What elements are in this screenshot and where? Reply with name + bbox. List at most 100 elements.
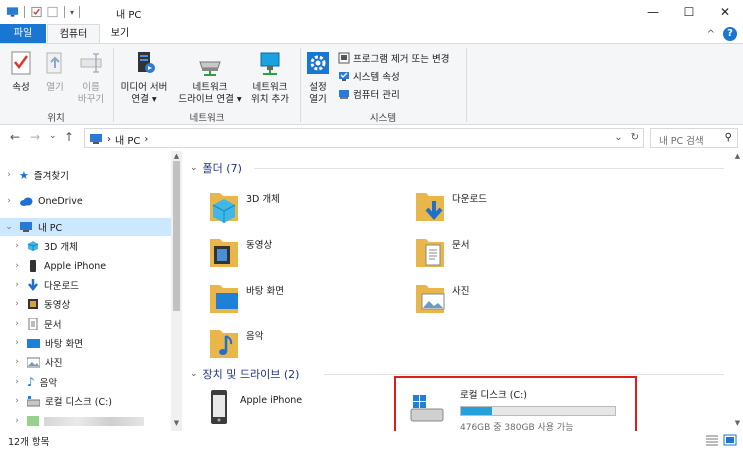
nav-scrollbar[interactable]: ▲ ▼ [171, 151, 182, 431]
map-network-drive-button[interactable]: 네트워크 드라이브 연결 ▾ [174, 50, 246, 106]
uninstall-program-button[interactable]: 프로그램 제거 또는 변경 [338, 51, 449, 65]
music-note-icon: ♪ [27, 375, 35, 389]
add-location-label-line2: 위치 추가 [251, 94, 289, 105]
expand-chevron-icon[interactable]: › [12, 416, 22, 426]
folder-videos[interactable]: 동영상 [208, 230, 272, 272]
breadcrumb-this-pc[interactable]: 내 PC [115, 132, 140, 147]
folder-desktop[interactable]: 바탕 화면 [208, 276, 284, 318]
folder-downloads[interactable]: 다운로드 [414, 184, 487, 226]
scroll-down-arrow-icon[interactable]: ▼ [732, 419, 743, 427]
expand-chevron-icon[interactable]: › [12, 377, 22, 387]
nav-item-quick-access[interactable]: › ★ 즐겨찾기 [4, 166, 69, 184]
address-bar[interactable]: › 내 PC › ⌄ ↻ [84, 128, 644, 148]
up-arrow-icon[interactable]: ↑ [64, 130, 74, 144]
expand-chevron-icon[interactable]: › [12, 319, 22, 329]
large-icons-view-icon[interactable] [723, 434, 737, 446]
system-properties-button[interactable]: 시스템 속성 [338, 69, 400, 83]
search-box[interactable]: 내 PC 검색 ⚲ [650, 128, 738, 148]
tab-computer[interactable]: 컴퓨터 [47, 24, 100, 43]
nav-item-this-pc[interactable]: ⌄ 내 PC [0, 218, 171, 236]
nav-item-3d-objects[interactable]: › 3D 개체 [12, 237, 78, 255]
expand-chevron-icon[interactable]: › [12, 241, 22, 251]
expand-chevron-icon[interactable]: › [12, 261, 22, 271]
minimize-button[interactable]: — [635, 0, 671, 24]
phone-device-icon [211, 390, 227, 424]
open-settings-button[interactable]: 설정 열기 [303, 50, 333, 106]
tab-view[interactable]: 보기 [101, 24, 139, 43]
folder-3d-objects[interactable]: 3D 개체 [208, 184, 280, 226]
properties-quick-icon[interactable] [30, 6, 43, 18]
expand-chevron-icon[interactable]: › [12, 280, 22, 290]
media-server-label-line1: 미디어 서버 [120, 82, 168, 93]
search-input[interactable]: 내 PC 검색 [659, 133, 704, 147]
expand-chevron-icon[interactable]: › [12, 396, 22, 406]
collapse-ribbon-chevron-icon[interactable]: ^ [707, 29, 715, 40]
device-iphone[interactable]: Apple iPhone [204, 387, 302, 427]
devices-section-header[interactable]: ⌄ 장치 및 드라이브 (2) [190, 366, 299, 382]
details-view-icon[interactable] [705, 434, 719, 446]
folders-section-header[interactable]: ⌄ 폴더 (7) [190, 160, 242, 176]
nav-item-music[interactable]: › ♪ 음악 [12, 373, 57, 391]
nav-item-blurred[interactable]: › [12, 412, 144, 430]
tab-file[interactable]: 파일 [0, 24, 46, 43]
nav-label: 즐겨찾기 [33, 171, 69, 182]
expand-chevron-icon[interactable]: › [12, 357, 22, 367]
expand-chevron-icon[interactable]: › [4, 170, 14, 180]
content-pane: ⌄ 폴더 (7) 3D 개체 다운로드 동영상 문서 바탕 화면 사진 음악 ⌄… [182, 151, 743, 441]
ribbon: 속성 열기 이름 바꾸기 위치 미디어 서버 연결 ▾ 네트워크 드라이브 연결… [0, 43, 743, 125]
properties-button[interactable]: 속성 [6, 50, 36, 94]
breadcrumb-separator[interactable]: › [144, 134, 148, 145]
group-label-network: 네트워크 [189, 113, 225, 124]
devices-header-label: 장치 및 드라이브 (2) [202, 368, 300, 381]
customize-toolbar-chevron-icon[interactable]: ▾ [70, 8, 74, 17]
scroll-up-arrow-icon[interactable]: ▲ [171, 152, 182, 160]
nav-item-documents[interactable]: › 문서 [12, 315, 61, 333]
nav-label: 다운로드 [44, 281, 79, 292]
nav-item-local-disk[interactable]: › 로컬 디스크 (C:) [12, 392, 112, 410]
add-network-location-button[interactable]: 네트워크 위치 추가 [246, 50, 294, 106]
media-server-button[interactable]: 미디어 서버 연결 ▾ [116, 50, 172, 106]
desktop-icon [27, 338, 40, 348]
nav-scroll-thumb[interactable] [173, 161, 180, 311]
scroll-down-arrow-icon[interactable]: ▼ [171, 419, 182, 427]
content-scrollbar[interactable]: ▲ ▼ [732, 151, 743, 431]
new-folder-quick-icon[interactable] [46, 6, 59, 18]
expand-chevron-icon[interactable]: › [12, 338, 22, 348]
rename-button[interactable]: 이름 바꾸기 [72, 50, 110, 106]
help-button[interactable]: ? [723, 27, 737, 41]
blurred-label [44, 416, 144, 426]
folder-music[interactable]: 음악 [208, 321, 263, 363]
this-pc-window-icon[interactable] [6, 6, 19, 18]
close-button[interactable]: ✕ [707, 0, 743, 24]
expand-chevron-icon[interactable]: › [4, 196, 14, 206]
open-button[interactable]: 열기 [40, 50, 70, 94]
scroll-up-arrow-icon[interactable]: ▲ [732, 152, 743, 160]
nav-item-pictures[interactable]: › 사진 [12, 353, 62, 371]
expand-chevron-icon[interactable]: › [12, 299, 22, 309]
nav-item-iphone[interactable]: › Apple iPhone [12, 257, 106, 275]
folder-pictures[interactable]: 사진 [414, 276, 469, 318]
address-dropdown-chevron-icon[interactable]: ⌄ [614, 132, 622, 143]
ribbon-tabs: 파일 컴퓨터 보기 ^ ? [0, 24, 743, 43]
computer-management-button[interactable]: 컴퓨터 관리 [338, 87, 400, 101]
recent-locations-chevron-icon[interactable]: ⌄ [49, 131, 57, 141]
breadcrumb-separator[interactable]: › [107, 134, 111, 145]
collapse-chevron-icon[interactable]: ⌄ [190, 369, 198, 379]
3d-objects-folder-icon [210, 193, 238, 223]
search-icon[interactable]: ⚲ [725, 132, 732, 143]
maximize-button[interactable]: ☐ [671, 0, 707, 24]
nav-item-desktop[interactable]: › 바탕 화면 [12, 334, 83, 352]
document-icon [28, 318, 38, 330]
refresh-icon[interactable]: ↻ [631, 132, 639, 143]
collapse-chevron-icon[interactable]: ⌄ [4, 222, 14, 232]
rename-label-line1: 이름 [82, 82, 100, 93]
drive-icon [27, 395, 40, 406]
nav-item-videos[interactable]: › 동영상 [12, 295, 70, 313]
forward-arrow-icon[interactable]: → [30, 130, 40, 144]
nav-item-downloads[interactable]: › 다운로드 [12, 276, 79, 294]
collapse-chevron-icon[interactable]: ⌄ [190, 163, 198, 173]
back-arrow-icon[interactable]: ← [10, 130, 20, 144]
nav-item-onedrive[interactable]: › OneDrive [4, 192, 82, 210]
folder-label: 음악 [246, 331, 264, 342]
folder-documents[interactable]: 문서 [414, 230, 469, 272]
